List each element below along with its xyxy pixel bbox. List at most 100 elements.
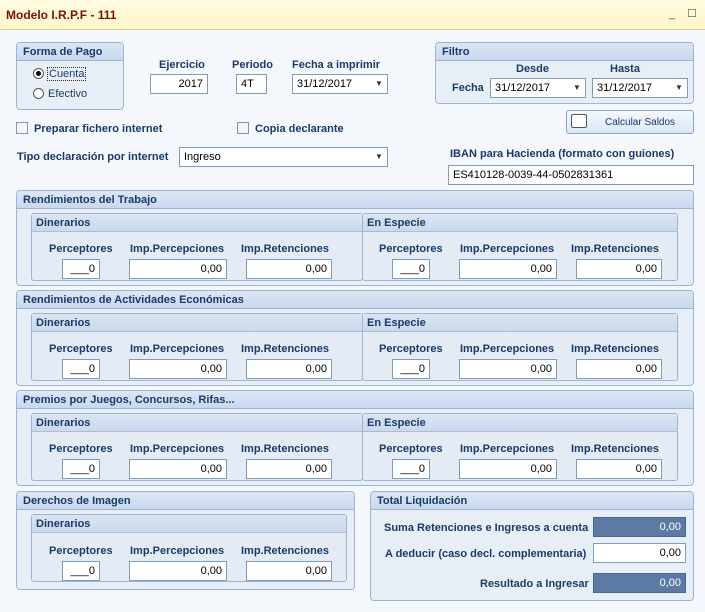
imp-retenciones-field[interactable]: 0,00 [246, 459, 332, 479]
imp-percepciones-field[interactable]: 0,00 [129, 561, 227, 581]
desde-value: 31/12/2017 [495, 82, 551, 94]
dinerarios-title: Dinerarios [36, 518, 91, 530]
iban-field[interactable]: ES410128-0039-44-0502831361 [448, 165, 694, 185]
imp-retenciones-label: Imp.Retenciones [241, 545, 330, 557]
chevron-down-icon[interactable]: ▼ [371, 75, 387, 93]
perceptores-field[interactable]: ___0 [62, 359, 100, 379]
chevron-down-icon[interactable]: ▼ [371, 148, 387, 166]
desde-label: Desde [516, 63, 550, 75]
imp-retenciones-label: Imp.Retenciones [241, 243, 330, 255]
minimize-icon[interactable]: _ [665, 7, 679, 21]
imp-retenciones-field[interactable]: 0,00 [576, 459, 662, 479]
total-liquidacion-title: Total Liquidación [377, 495, 468, 507]
dinerarios-title: Dinerarios [36, 317, 91, 329]
tipo-declaracion-label: Tipo declaración por internet [17, 151, 169, 163]
hasta-value: 31/12/2017 [597, 82, 653, 94]
filtro-title: Filtro [442, 46, 470, 58]
imp-percepciones-field[interactable]: 0,00 [129, 459, 227, 479]
especie-title: En Especie [367, 417, 426, 429]
imp-percepciones-label: Imp.Percepciones [130, 545, 225, 557]
section-actividades-title: Rendimientos de Actividades Económicas [23, 294, 244, 306]
fecha-imprimir-combo[interactable]: 31/12/2017 ▼ [292, 74, 388, 94]
chevron-down-icon[interactable]: ▼ [569, 79, 585, 97]
section-premios: Premios por Juegos, Concursos, Rifas... … [16, 390, 694, 486]
imp-retenciones-label: Imp.Retenciones [571, 343, 660, 355]
imp-retenciones-field[interactable]: 0,00 [246, 359, 332, 379]
perceptores-label: Perceptores [49, 443, 113, 455]
dinerarios-title: Dinerarios [36, 217, 91, 229]
imp-percepciones-label: Imp.Percepciones [460, 243, 555, 255]
perceptores-field[interactable]: ___0 [392, 359, 430, 379]
resultado-label: Resultado a Ingresar [480, 578, 589, 590]
chevron-down-icon[interactable]: ▼ [671, 79, 687, 97]
desde-combo[interactable]: 31/12/2017 ▼ [490, 78, 586, 98]
hasta-combo[interactable]: 31/12/2017 ▼ [592, 78, 688, 98]
fecha-imprimir-label: Fecha a imprimir [292, 59, 381, 71]
fecha-imprimir-value: 31/12/2017 [297, 78, 353, 90]
ejercicio-field[interactable]: 2017 [150, 74, 208, 94]
perceptores-label: Perceptores [49, 243, 113, 255]
imp-retenciones-field[interactable]: 0,00 [576, 359, 662, 379]
perceptores-field[interactable]: ___0 [62, 259, 100, 279]
copia-declarante-label: Copia declarante [255, 123, 344, 135]
perceptores-field[interactable]: ___0 [392, 259, 430, 279]
suma-retenciones-field: 0,00 [593, 517, 686, 537]
iban-label: IBAN para Hacienda (formato con guiones) [450, 148, 675, 160]
perceptores-field[interactable]: ___0 [62, 561, 100, 581]
preparar-fichero-checkbox[interactable] [16, 122, 28, 134]
premios-especie: En Especie Perceptores Imp.Percepciones … [362, 413, 678, 481]
premios-dinerarios: Dinerarios Perceptores Imp.Percepciones … [31, 413, 363, 481]
section-trabajo-title: Rendimientos del Trabajo [23, 194, 157, 206]
resultado-field: 0,00 [593, 573, 686, 593]
forma-pago-group: Forma de Pago Cuenta Efectivo [16, 42, 124, 110]
a-deducir-label: A deducir (caso decl. complementaria) [385, 548, 587, 560]
tipo-declaracion-combo[interactable]: Ingreso ▼ [179, 147, 388, 167]
perceptores-label: Perceptores [49, 545, 113, 557]
ejercicio-label: Ejercicio [159, 59, 205, 71]
radio-efectivo[interactable] [33, 88, 44, 99]
section-actividades: Rendimientos de Actividades Económicas D… [16, 290, 694, 386]
a-deducir-field[interactable]: 0,00 [593, 543, 686, 563]
perceptores-field[interactable]: ___0 [62, 459, 100, 479]
imp-retenciones-label: Imp.Retenciones [241, 343, 330, 355]
radio-efectivo-label[interactable]: Efectivo [48, 88, 87, 100]
radio-cuenta-label[interactable]: Cuenta [47, 67, 87, 81]
imp-percepciones-label: Imp.Percepciones [130, 443, 225, 455]
actividades-especie: En Especie Perceptores Imp.Percepciones … [362, 313, 678, 381]
trabajo-especie: En Especie Perceptores Imp.Percepciones … [362, 213, 678, 281]
imp-percepciones-field[interactable]: 0,00 [129, 259, 227, 279]
perceptores-label: Perceptores [379, 243, 443, 255]
imp-retenciones-field[interactable]: 0,00 [576, 259, 662, 279]
imp-percepciones-label: Imp.Percepciones [460, 343, 555, 355]
calcular-saldos-button[interactable]: Calcular Saldos [566, 110, 694, 134]
especie-title: En Especie [367, 317, 426, 329]
window-title: Modelo I.R.P.F - 111 [6, 8, 117, 22]
imp-retenciones-label: Imp.Retenciones [571, 243, 660, 255]
dinerarios-title: Dinerarios [36, 417, 91, 429]
imp-percepciones-field[interactable]: 0,00 [459, 259, 557, 279]
copia-declarante-checkbox[interactable] [237, 122, 249, 134]
perceptores-field[interactable]: ___0 [392, 459, 430, 479]
perceptores-label: Perceptores [379, 443, 443, 455]
hasta-label: Hasta [610, 63, 640, 75]
perceptores-label: Perceptores [379, 343, 443, 355]
trabajo-dinerarios: Dinerarios Perceptores Imp.Percepciones … [31, 213, 363, 281]
imp-retenciones-field[interactable]: 0,00 [246, 259, 332, 279]
maximize-icon[interactable]: ☐ [685, 7, 699, 21]
imp-percepciones-field[interactable]: 0,00 [129, 359, 227, 379]
actividades-dinerarios: Dinerarios Perceptores Imp.Percepciones … [31, 313, 363, 381]
imp-percepciones-label: Imp.Percepciones [130, 343, 225, 355]
imp-percepciones-field[interactable]: 0,00 [459, 359, 557, 379]
radio-cuenta[interactable] [33, 68, 44, 79]
filtro-group: Filtro Desde Hasta Fecha 31/12/2017 ▼ 31… [435, 42, 694, 104]
preparar-fichero-label: Preparar fichero internet [34, 123, 163, 135]
imp-percepciones-label: Imp.Percepciones [130, 243, 225, 255]
periodo-field[interactable]: 4T [236, 74, 267, 94]
fecha-label: Fecha [452, 82, 484, 94]
imp-percepciones-label: Imp.Percepciones [460, 443, 555, 455]
periodo-label: Periodo [232, 59, 273, 71]
imp-percepciones-field[interactable]: 0,00 [459, 459, 557, 479]
section-trabajo: Rendimientos del Trabajo Dinerarios Perc… [16, 190, 694, 286]
total-liquidacion-group: Total Liquidación Suma Retenciones e Ing… [370, 491, 694, 601]
imp-retenciones-field[interactable]: 0,00 [246, 561, 332, 581]
